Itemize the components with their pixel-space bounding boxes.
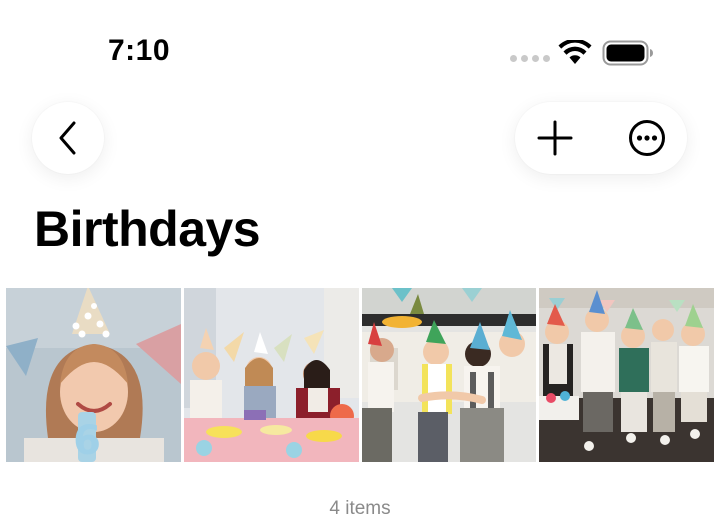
photo-thumbnail[interactable] <box>539 288 714 462</box>
cellular-signal-icon <box>510 55 550 62</box>
navigation-bar <box>0 100 720 180</box>
chevron-left-icon <box>59 121 76 155</box>
status-time: 7:10 <box>108 34 171 67</box>
back-button[interactable] <box>32 102 104 174</box>
album-title: Birthdays <box>34 201 261 257</box>
photo-thumbnail[interactable] <box>361 288 537 462</box>
photo-girl-birthday-candle-icon: 6 <box>6 288 181 462</box>
actions-group <box>515 102 687 174</box>
battery-icon <box>602 40 653 66</box>
ellipsis-circle-icon <box>629 120 665 156</box>
item-count: 4 items <box>329 498 391 519</box>
wifi-icon <box>558 40 592 64</box>
status-bar: 7:10 <box>0 0 720 100</box>
svg-text:6: 6 <box>73 418 101 462</box>
photo-kids-party-table-icon <box>183 288 359 462</box>
photo-thumbnail[interactable]: 6 <box>6 288 181 462</box>
more-options-button[interactable] <box>607 102 687 174</box>
photo-kids-party-hats-icon <box>361 288 537 462</box>
add-button[interactable] <box>515 102 595 174</box>
photo-kids-group-party-icon <box>539 288 714 462</box>
photo-thumbnail[interactable] <box>183 288 359 462</box>
photo-grid: 6 <box>6 288 714 462</box>
plus-icon <box>537 120 573 156</box>
